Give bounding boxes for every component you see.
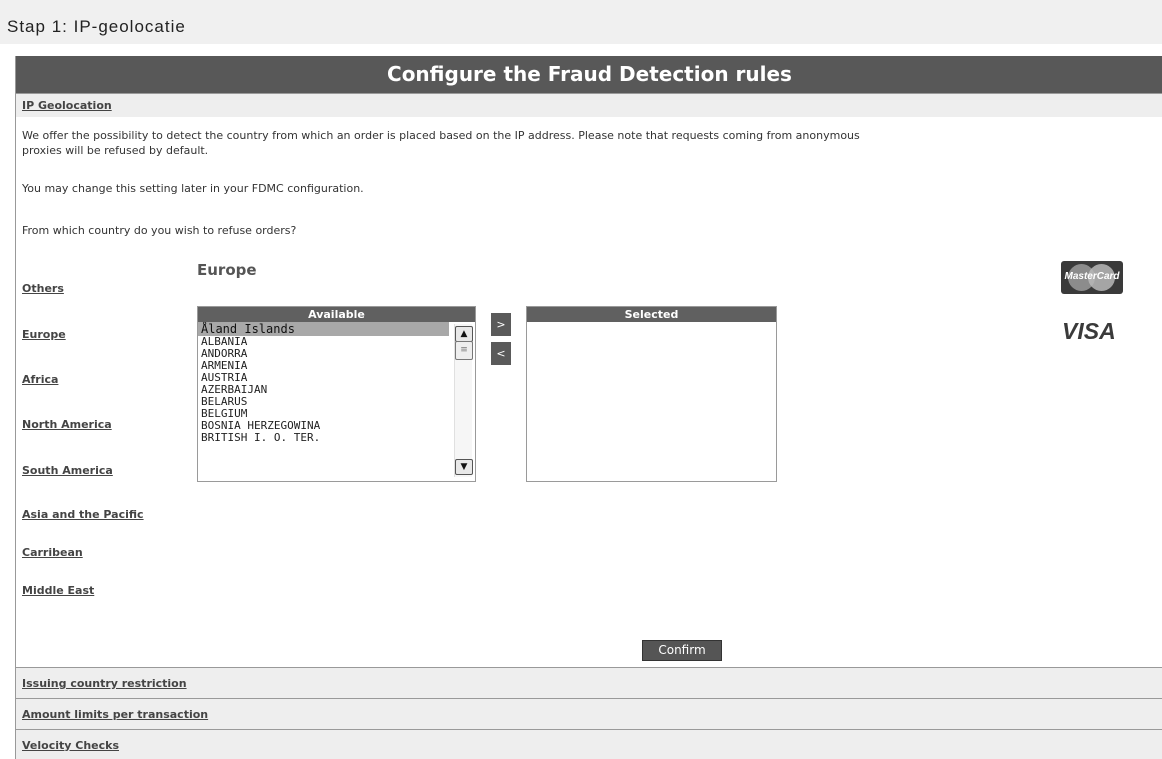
section-velocity-checks[interactable]: Velocity Checks bbox=[16, 729, 1162, 759]
scroll-thumb[interactable]: ≡ bbox=[455, 341, 473, 360]
section-issuing-country-link[interactable]: Issuing country restriction bbox=[22, 677, 187, 690]
section-velocity-checks-link[interactable]: Velocity Checks bbox=[22, 739, 119, 752]
available-country-option[interactable]: ALBANIA bbox=[198, 336, 475, 348]
confirm-button[interactable]: Confirm bbox=[642, 640, 722, 661]
mastercard-logo: MasterCard bbox=[1061, 261, 1123, 294]
available-list-header: Available bbox=[198, 307, 475, 322]
scroll-down-icon[interactable]: ▼ bbox=[455, 459, 473, 475]
selected-list-header: Selected bbox=[527, 307, 776, 322]
region-link-asia-pacific[interactable]: Asia and the Pacific bbox=[22, 508, 144, 521]
visa-logo: VISA bbox=[1062, 318, 1116, 344]
section-issuing-country[interactable]: Issuing country restriction bbox=[16, 667, 1162, 698]
region-link-africa[interactable]: Africa bbox=[22, 373, 58, 386]
available-country-option[interactable]: BELARUS bbox=[198, 396, 475, 408]
section-ip-geolocation[interactable]: IP Geolocation bbox=[16, 93, 1162, 117]
available-country-option[interactable]: AZERBAIJAN bbox=[198, 384, 475, 396]
add-country-button[interactable]: > bbox=[491, 313, 511, 336]
region-link-europe[interactable]: Europe bbox=[22, 328, 66, 341]
available-list-scrollbar[interactable]: ▲ ≡ ▼ bbox=[454, 324, 473, 477]
region-link-middle-east[interactable]: Middle East bbox=[22, 584, 94, 597]
intro-line-2: proxies will be refused by default. bbox=[22, 144, 209, 157]
fraud-detection-panel: Configure the Fraud Detection rules IP G… bbox=[15, 56, 1162, 759]
available-items[interactable]: Åland Islands ALBANIA ANDORRA ARMENIA AUSTRI… bbox=[198, 322, 475, 444]
available-country-option[interactable]: Åland Islands bbox=[198, 322, 449, 336]
available-countries-list[interactable]: Available Åland Islands ALBANIA ANDORRA ARM… bbox=[197, 306, 476, 482]
region-link-others[interactable]: Others bbox=[22, 282, 64, 295]
remove-country-button[interactable]: < bbox=[491, 342, 511, 365]
current-region-title: Europe bbox=[197, 261, 257, 279]
scroll-up-icon[interactable]: ▲ bbox=[455, 326, 473, 342]
region-link-north-america[interactable]: North America bbox=[22, 418, 112, 431]
selected-countries-list[interactable]: Selected bbox=[526, 306, 777, 482]
refuse-question: From which country do you wish to refuse… bbox=[22, 224, 297, 237]
mastercard-text: MasterCard bbox=[1064, 271, 1120, 282]
step-bar: Stap 1: IP-geolocatie bbox=[0, 0, 1162, 44]
region-link-south-america[interactable]: South America bbox=[22, 464, 113, 477]
section-amount-limits-link[interactable]: Amount limits per transaction bbox=[22, 708, 208, 721]
section-amount-limits[interactable]: Amount limits per transaction bbox=[16, 698, 1162, 729]
intro-line-1: We offer the possibility to detect the c… bbox=[22, 129, 860, 142]
step-title: Stap 1: IP-geolocatie bbox=[7, 17, 186, 36]
available-country-option[interactable]: BOSNIA HERZEGOWINA bbox=[198, 420, 475, 432]
available-country-option[interactable]: ARMENIA bbox=[198, 360, 475, 372]
section-ip-geolocation-link[interactable]: IP Geolocation bbox=[22, 99, 112, 112]
available-country-option[interactable]: AUSTRIA bbox=[198, 372, 475, 384]
available-country-option[interactable]: BRITISH I. O. TER. bbox=[198, 432, 475, 444]
available-country-option[interactable]: ANDORRA bbox=[198, 348, 475, 360]
region-link-carribean[interactable]: Carribean bbox=[22, 546, 83, 559]
panel-title: Configure the Fraud Detection rules bbox=[16, 56, 1162, 93]
intro-line-3: You may change this setting later in you… bbox=[22, 182, 364, 195]
available-country-option[interactable]: BELGIUM bbox=[198, 408, 475, 420]
